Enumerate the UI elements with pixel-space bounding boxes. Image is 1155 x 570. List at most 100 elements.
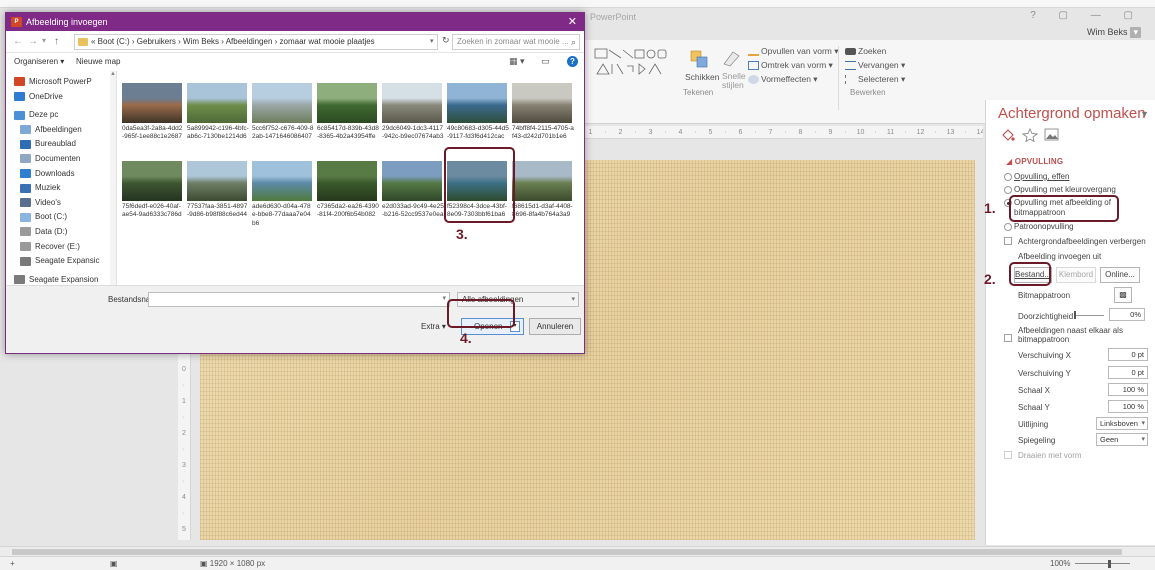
help-icon[interactable]: ? [567, 56, 578, 67]
address-bar[interactable]: « Boot (C:) › Gebruikers › Wim Beks › Af… [74, 34, 438, 50]
nav-item[interactable]: Microsoft PowerP [14, 77, 92, 87]
file-thumbnail[interactable]: 29dc6049-1dc3-4117-942c-b9ec07674ab3 [382, 83, 443, 173]
horizontal-scrollbar[interactable] [0, 546, 1155, 556]
nav-item[interactable]: Downloads [20, 169, 75, 178]
zoom-level[interactable]: 100% [1050, 559, 1070, 568]
user-account[interactable]: Wim Beks ▾ [1087, 27, 1141, 38]
nav-item[interactable]: Seagate Expansion [14, 275, 98, 285]
nav-item[interactable]: Seagate Expansic [20, 256, 100, 266]
ruler-tick: 2 [618, 129, 623, 136]
tile-row[interactable]: Afbeeldingen naast elkaar als bitmappatr… [986, 326, 1155, 346]
up-arrow-icon[interactable]: ↑ [54, 36, 59, 47]
shape-outline-button[interactable]: Omtrek van vorm ▾ [748, 60, 833, 71]
shape-effects-button[interactable]: Vormeffecten ▾ [748, 74, 818, 85]
nav-item[interactable]: OneDrive [14, 92, 63, 101]
ruler-tick: · [604, 129, 607, 136]
zoom-slider-thumb[interactable] [1108, 560, 1111, 568]
refresh-icon[interactable]: ↻ [442, 35, 450, 46]
scale-y-input[interactable]: 100 % [1108, 400, 1148, 413]
organize-button[interactable]: Organiseren ▾ [14, 57, 64, 66]
arrange-button[interactable]: Schikken [685, 72, 720, 82]
file-thumbnail[interactable]: 74bff8f4-2115-4705-af43-d242d701b1e6 [512, 83, 574, 173]
file-thumbnail[interactable]: f68615d1-d3af-4408-8696-8fa4b764a3a9 [512, 161, 573, 251]
replace-button[interactable]: Vervangen ▾ [845, 60, 905, 71]
view-options-icon[interactable]: ▦ ▾ [509, 56, 525, 67]
fill-tab-icon[interactable] [1000, 128, 1016, 142]
preview-pane-icon[interactable]: ▭ [541, 56, 550, 67]
ruler-tick: 3 [648, 129, 653, 136]
nav-item[interactable]: Boot (C:) [20, 212, 67, 222]
ruler-tick: · [844, 129, 847, 136]
nav-item[interactable]: Data (D:) [20, 227, 67, 237]
file-thumbnail[interactable]: 5a899942-c196-4bfc-ab6c-7130be1214d6 [187, 83, 249, 173]
online-button[interactable]: Online... [1100, 267, 1140, 283]
zoom-slider[interactable] [1075, 563, 1130, 564]
nav-item[interactable]: Muziek [20, 183, 60, 193]
nav-item-label: Afbeeldingen [35, 124, 82, 134]
nav-item[interactable]: Video's [20, 198, 61, 208]
file-thumbnail[interactable]: 75f6dedf-e026-40af-ae54-9ad6333c786d [122, 161, 182, 251]
option-gradient-fill[interactable]: Opvulling met kleurovergang [1004, 185, 1116, 195]
file-thumbnail[interactable]: 6c85417d-839b-43d8-8365-4b2a43954ffe [317, 83, 379, 173]
window-controls[interactable]: ? ▢ — ▢ [1030, 10, 1143, 21]
file-thumbnail[interactable]: e2d033ad-9c49-4e25-b216-52cc9537e0ea [382, 161, 444, 251]
address-dropdown-icon[interactable]: ▾ [430, 37, 434, 45]
scroll-up-icon[interactable]: ▲ [110, 71, 116, 77]
find-button[interactable]: Zoeken [845, 46, 886, 56]
ruler-tick: 14 [976, 129, 983, 136]
hide-bg-row[interactable]: Achtergrondafbeeldingen verbergen [986, 236, 1155, 246]
scale-x-input[interactable]: 100 % [1108, 383, 1148, 396]
file-thumbnail[interactable]: 5cc6f752-c676-409-82ab-1471646086407 [252, 83, 313, 173]
option-pattern-fill[interactable]: Patroonopvulling [1004, 222, 1074, 232]
transparency-slider[interactable] [1074, 315, 1104, 316]
search-input[interactable]: Zoeken in zomaar wat mooie ... ⌕ [452, 34, 580, 50]
back-arrow-icon[interactable]: ← [13, 36, 23, 47]
nav-item[interactable]: Deze pc [14, 110, 58, 120]
vruler-tick: · [182, 382, 185, 389]
extra-button[interactable]: Extra ▾ [421, 322, 446, 331]
picture-tab-icon[interactable] [1044, 128, 1060, 142]
file-name: 5a899942-c196-4bfc-ab6c-7130be1214d6 [187, 125, 249, 141]
nav-scrollbar[interactable]: ▲ [110, 71, 116, 285]
close-icon[interactable]: ✕ [568, 15, 577, 28]
alignment-select[interactable]: Linksboven [1096, 417, 1148, 430]
cancel-button[interactable]: Annuleren [529, 318, 581, 335]
pane-options-icon[interactable]: ▼ [1140, 109, 1149, 119]
new-folder-button[interactable]: Nieuwe map [76, 57, 120, 66]
recent-chevron-icon[interactable]: ▾ [42, 36, 46, 45]
nav-item[interactable]: Documenten [20, 154, 80, 164]
file-thumbnail[interactable]: c7365da2-ea26-4390-81f4-200f6b54b082 [317, 161, 379, 251]
forward-arrow-icon[interactable]: → [28, 36, 38, 47]
ruler-tick: 6 [738, 129, 743, 136]
arrange-icon[interactable] [690, 50, 708, 70]
bitmap-picker-icon[interactable]: ▩ [1114, 287, 1132, 303]
transparency-input[interactable]: 0% [1109, 308, 1145, 321]
nav-item[interactable]: Recover (E:) [20, 242, 80, 251]
quick-styles-icon[interactable] [721, 48, 743, 70]
file-thumbnail[interactable]: 77537faa-3851-4897-9d86-b98f88c6ed44 [187, 161, 247, 251]
fill-section-header[interactable]: ◢ OPVULLING [1006, 157, 1063, 166]
mirror-select[interactable]: Geen [1096, 433, 1148, 446]
scale-x-label: Schaal X [1018, 386, 1051, 395]
rotate-row[interactable]: Draaien met vorm [986, 450, 1155, 460]
offset-y-input[interactable]: 0 pt [1108, 366, 1148, 379]
effects-tab-icon[interactable] [1022, 128, 1038, 142]
dialog-titlebar[interactable]: P Afbeelding invoegen ✕ [6, 13, 584, 31]
filename-input[interactable] [148, 292, 450, 307]
clipboard-button[interactable]: Klembord [1056, 267, 1096, 283]
mirror-label: Spiegeling [1018, 436, 1056, 445]
select-button[interactable]: Selecteren ▾ [845, 74, 905, 85]
shape-fill-button[interactable]: Opvullen van vorm ▾ [748, 46, 839, 57]
file-thumbnail[interactable]: 0da5ea3f-2a8a-4dd2-965f-1ee88c1e2687 [122, 83, 182, 173]
offset-x-input[interactable]: 0 pt [1108, 348, 1148, 361]
powerpoint-icon: P [11, 17, 22, 27]
option-solid-fill[interactable]: Opvulling, effen [1004, 172, 1069, 182]
nav-item[interactable]: Afbeeldingen [20, 124, 82, 135]
file-thumbnail[interactable]: ade6d630-d04a-478e-bbe8-77daaa7e04b6 [252, 161, 312, 251]
add-icon[interactable]: + [10, 559, 15, 568]
nav-item[interactable]: Bureaublad [20, 139, 76, 149]
scrollbar-thumb[interactable] [12, 549, 1122, 555]
shapes-gallery-icon[interactable] [593, 46, 669, 80]
transparency-slider-thumb[interactable] [1074, 311, 1076, 319]
fit-slide-icon[interactable]: ▣ [110, 559, 118, 568]
